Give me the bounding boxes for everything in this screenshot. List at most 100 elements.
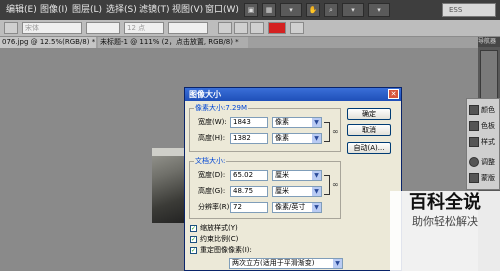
font-style-select[interactable] xyxy=(86,22,120,34)
pixel-width-label: 宽度(W): xyxy=(198,118,227,126)
panel-adjust-label: 调整 xyxy=(481,158,495,166)
watermark: 百科全说 助你轻松解决 xyxy=(390,191,500,271)
options-bar: 宋体 12 点 xyxy=(0,20,500,37)
menu-layer[interactable]: 图层(L) xyxy=(72,0,102,20)
panel-styles-label: 样式 xyxy=(481,138,495,146)
adjust-icon xyxy=(469,157,479,167)
styles-icon xyxy=(469,137,479,147)
pixel-dimensions-legend: 像素大小:7.29M xyxy=(194,104,248,113)
palette-icon xyxy=(469,105,479,115)
align-center-icon[interactable] xyxy=(234,22,248,34)
panel-styles[interactable]: 样式 xyxy=(469,135,499,149)
doc-height-unit: 厘米 xyxy=(275,187,289,195)
resolution-unit-select[interactable]: 像素/英寸 ▼ xyxy=(272,202,322,213)
menu-edit[interactable]: 编辑(E) xyxy=(6,0,37,20)
doc-width-input[interactable]: 65.02 xyxy=(230,170,268,181)
resample-label: 重定图像像素(I): xyxy=(200,246,252,254)
doc-width-unit-select[interactable]: 厘米 ▼ xyxy=(272,170,322,181)
document-image xyxy=(152,148,188,223)
arrange-select[interactable]: ▾ xyxy=(342,3,364,17)
align-left-icon[interactable] xyxy=(218,22,232,34)
font-family-value: 宋体 xyxy=(25,24,39,32)
menu-view[interactable]: 视图(V) xyxy=(172,0,203,20)
doc-height-label: 高度(G): xyxy=(198,187,226,195)
tab-document-2[interactable]: 未标题-1 @ 111% (2，点击放置, RGB/8) * xyxy=(98,37,248,48)
panel-dock: 颜色 色板 样式 调整 蒙版 xyxy=(466,98,500,190)
panel-mask[interactable]: 蒙版 xyxy=(469,171,499,185)
panel-swatches-label: 色板 xyxy=(481,122,495,130)
resolution-input[interactable]: 72 xyxy=(230,202,268,213)
ok-button[interactable]: 确定 xyxy=(347,108,391,120)
document-size-group: 文档大小: 宽度(D): 65.02 厘米 ▼ 高度(G): 48.75 厘米 ▼ … xyxy=(189,157,341,219)
panel-adjust[interactable]: 调整 xyxy=(469,155,499,169)
watermark-title: 百科全说 xyxy=(409,192,481,213)
chevron-down-icon: ▼ xyxy=(312,203,321,212)
menu-window[interactable]: 窗口(W) xyxy=(205,0,239,20)
pixel-height-unit: 像素 xyxy=(275,134,289,142)
cancel-button[interactable]: 取消 xyxy=(347,124,391,136)
pixel-width-input[interactable]: 1843 xyxy=(230,117,268,128)
tab-document-1[interactable]: 076.jpg @ 12.5%(RGB/8) * xyxy=(0,37,96,48)
chevron-down-icon: ▼ xyxy=(312,187,321,196)
font-size-select[interactable]: 12 点 xyxy=(124,22,164,34)
align-right-icon[interactable] xyxy=(250,22,264,34)
dialog-title: 图像大小 xyxy=(189,90,221,99)
bridge-icon[interactable]: ▣ xyxy=(244,3,258,17)
constrain-bracket xyxy=(324,122,330,142)
warp-text-icon[interactable] xyxy=(290,22,304,34)
font-family-select[interactable]: 宋体 xyxy=(22,22,82,34)
close-icon[interactable]: ✕ xyxy=(388,89,399,99)
text-color-swatch[interactable] xyxy=(268,22,286,34)
pixel-width-unit: 像素 xyxy=(275,118,289,126)
antialias-select[interactable] xyxy=(168,22,208,34)
search-placeholder: ESS xyxy=(449,6,463,14)
search-input[interactable]: ESS xyxy=(442,3,496,17)
link-icon: ∞ xyxy=(332,180,339,189)
menu-filter[interactable]: 滤镜(T) xyxy=(139,0,170,20)
menu-select[interactable]: 选择(S) xyxy=(106,0,137,20)
doc-height-unit-select[interactable]: 厘米 ▼ xyxy=(272,186,322,197)
image-sky xyxy=(152,148,188,156)
menu-bar: 编辑(E) 图像(I) 图层(L) 选择(S) 滤镜(T) 视图(V) 窗口(W… xyxy=(0,0,500,20)
pixel-height-label: 高度(H): xyxy=(198,134,226,142)
pixel-dimensions-group: 像素大小:7.29M 宽度(W): 1843 像素 ▼ 高度(H): 1382 像… xyxy=(189,104,341,152)
watermark-subtitle: 助你轻松解决 xyxy=(412,215,478,228)
font-size-value: 12 点 xyxy=(127,24,146,32)
pixel-width-unit-select[interactable]: 像素 ▼ xyxy=(272,117,322,128)
menu-image[interactable]: 图像(I) xyxy=(40,0,68,20)
chevron-down-icon: ▼ xyxy=(333,259,342,268)
chevron-down-icon: ▼ xyxy=(312,171,321,180)
pixel-height-unit-select[interactable]: 像素 ▼ xyxy=(272,133,322,144)
resample-checkbox[interactable]: ✓ xyxy=(190,247,197,254)
swatches-icon xyxy=(469,121,479,131)
minibridge-icon[interactable]: ▦ xyxy=(262,3,276,17)
panel-color-label: 颜色 xyxy=(481,106,495,114)
doc-width-unit: 厘米 xyxy=(275,171,289,179)
panel-swatches[interactable]: 色板 xyxy=(469,119,499,133)
navigator-title: 导航器 xyxy=(478,37,500,47)
text-tool-icon[interactable] xyxy=(4,22,18,34)
zoom-select[interactable]: ▾ xyxy=(280,3,302,17)
chevron-down-icon: ▼ xyxy=(312,118,321,127)
link-icon: ∞ xyxy=(332,127,339,136)
constrain-bracket xyxy=(324,175,330,195)
constrain-proportions-label: 约束比例(C) xyxy=(200,235,239,243)
auto-button[interactable]: 自动(A)... xyxy=(347,142,391,154)
document-size-legend: 文档大小: xyxy=(194,157,227,166)
image-size-dialog: 图像大小 ✕ 像素大小:7.29M 宽度(W): 1843 像素 ▼ 高度(H):… xyxy=(184,87,402,271)
dialog-titlebar[interactable]: 图像大小 ✕ xyxy=(185,88,401,101)
hand-icon[interactable]: ✋ xyxy=(306,3,320,17)
panel-color[interactable]: 颜色 xyxy=(469,103,499,117)
document-tabs: 076.jpg @ 12.5%(RGB/8) * 未标题-1 @ 111% (2… xyxy=(0,37,478,48)
doc-height-input[interactable]: 48.75 xyxy=(230,186,268,197)
resolution-label: 分辨率(R): xyxy=(198,203,232,211)
panel-mask-label: 蒙版 xyxy=(481,174,495,182)
doc-width-label: 宽度(D): xyxy=(198,171,226,179)
constrain-proportions-checkbox[interactable]: ✓ xyxy=(190,236,197,243)
screen-mode-select[interactable]: ▾ xyxy=(368,3,390,17)
pixel-height-input[interactable]: 1382 xyxy=(230,133,268,144)
resample-method-value: 两次立方(适用于平滑渐变) xyxy=(232,259,315,267)
zoom-icon[interactable]: ⌕ xyxy=(324,3,338,17)
scale-styles-checkbox[interactable]: ✓ xyxy=(190,225,197,232)
resample-method-select[interactable]: 两次立方(适用于平滑渐变) ▼ xyxy=(229,258,343,269)
